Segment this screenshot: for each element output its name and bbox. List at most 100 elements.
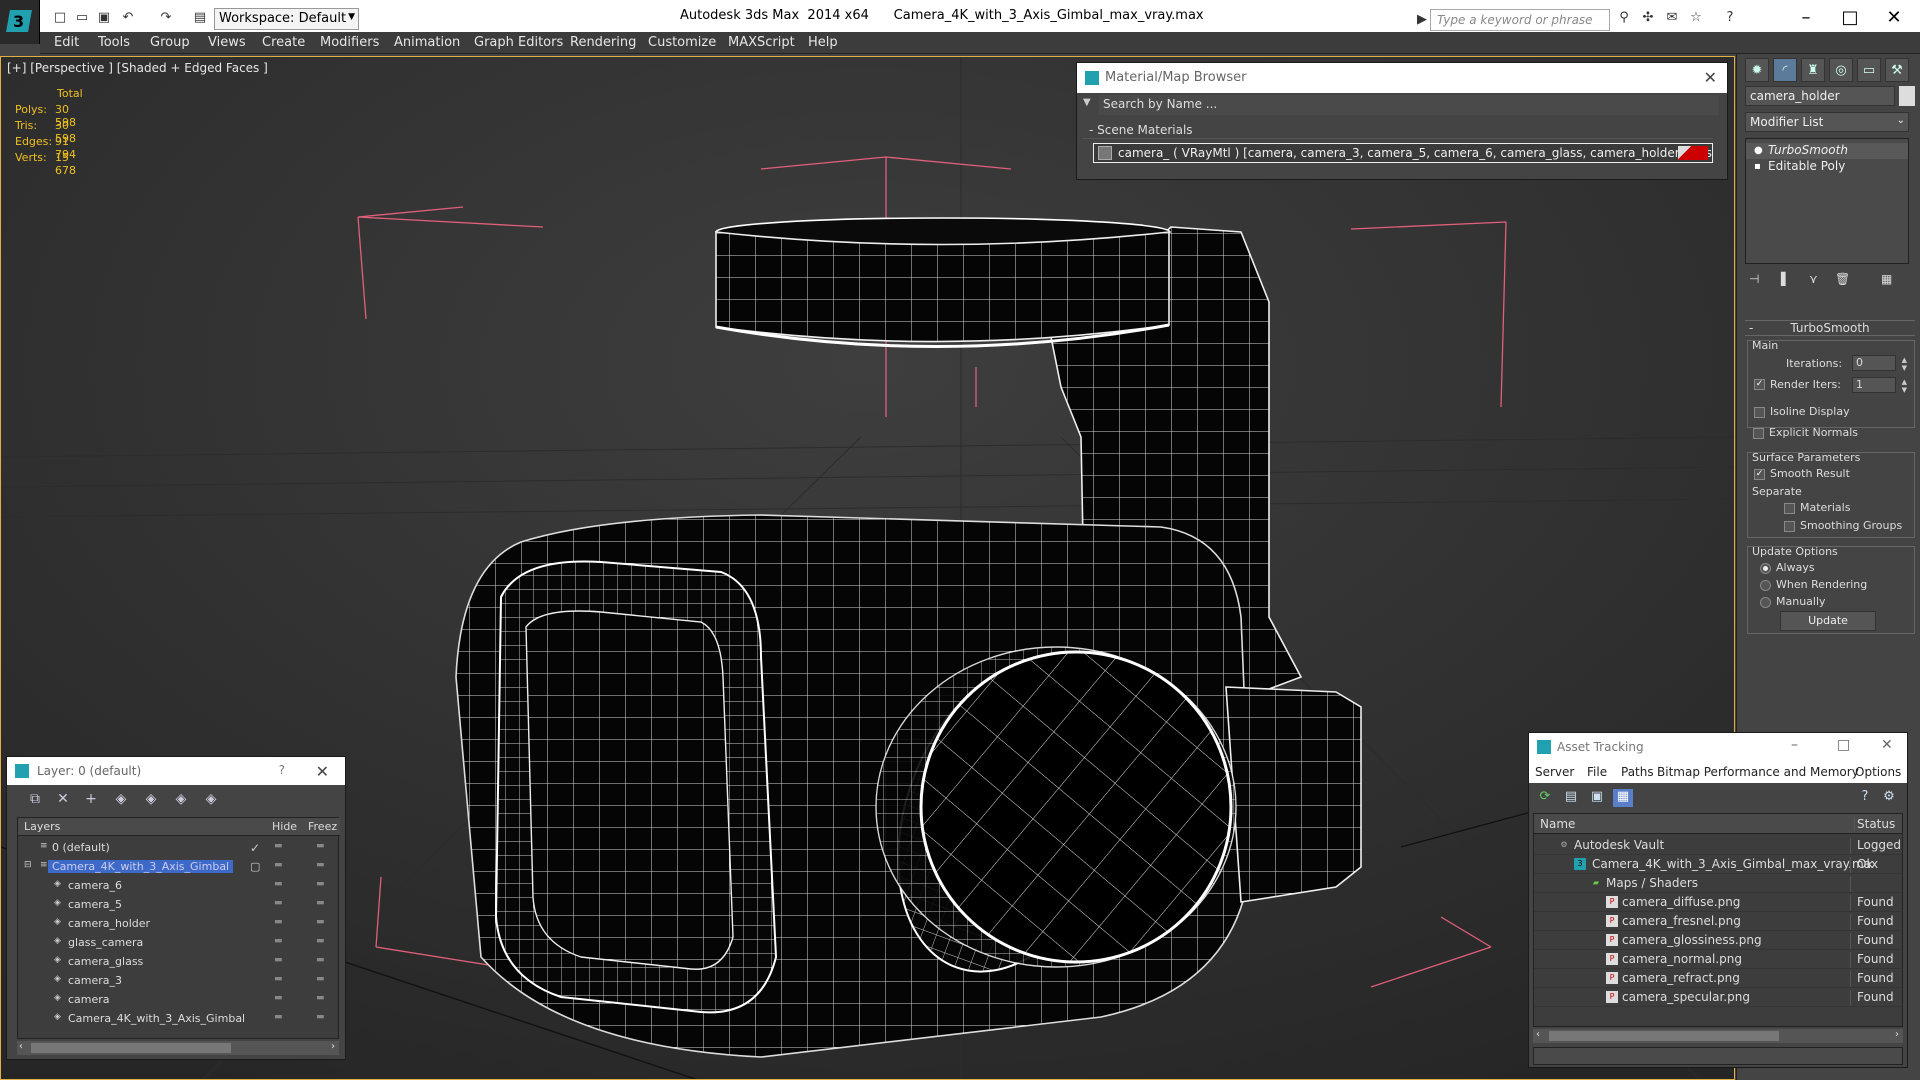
spinner-arrows-icon[interactable]: ▲ ▼ [1902,356,1907,372]
table-row[interactable]: P camera_diffuse.png Found [1534,893,1902,912]
make-unique-icon[interactable]: ⋎ [1809,272,1818,286]
workspace-dropdown[interactable]: Workspace: Default ▼ [214,8,359,30]
minimize-button[interactable]: – [1786,4,1826,32]
binoculars-icon[interactable]: ⚲ [1616,10,1632,26]
menu-maxscript[interactable]: MAXScript [728,35,795,50]
column-header-name[interactable]: Name [1540,817,1575,831]
new-file-icon[interactable]: □ [52,10,68,26]
table-row[interactable]: P camera_fresnel.png Found [1534,912,1902,931]
separate-materials-checkbox[interactable] [1784,503,1795,514]
freeze-toggle[interactable]: ▬ [316,974,325,984]
display-tab-icon[interactable]: ▭ [1857,58,1881,82]
spinner-arrows-icon[interactable]: ▲ ▼ [1902,378,1907,394]
smooth-result-checkbox[interactable]: ✓ [1754,469,1765,480]
menu-server[interactable]: Server [1535,765,1574,779]
table-row[interactable]: ◈ Camera_4K_with_3_Axis_Gimbal ▬ ▬ [18,1009,338,1028]
freeze-toggle[interactable]: ▬ [316,917,325,927]
refresh-icon[interactable]: ⟳ [1535,789,1555,807]
scrollbar-thumb[interactable] [31,1043,231,1053]
utilities-tab-icon[interactable]: ⚒ [1885,58,1909,82]
table-row[interactable]: 3 Camera_4K_with_3_Axis_Gimbal_max_vray.… [1534,855,1902,874]
list-view-icon[interactable]: ▤ [1561,789,1581,807]
maximize-button[interactable]: □ [1830,4,1870,32]
menu-views[interactable]: Views [208,35,246,50]
scroll-right-icon[interactable]: › [331,1041,335,1052]
scroll-left-icon[interactable]: ‹ [19,1041,23,1052]
material-entry[interactable]: camera_ ( VRayMtl ) [camera, camera_3, c… [1093,143,1713,163]
freeze-toggle[interactable]: ▬ [316,955,325,965]
table-row[interactable]: P camera_glossiness.png Found [1534,931,1902,950]
maximize-icon[interactable]: □ [1837,737,1850,753]
app-logo-button[interactable]: 3 [0,0,40,44]
render-iters-spinner[interactable]: 1 ▲ ▼ [1852,377,1907,394]
stack-item-editable-poly[interactable]: ▪ Editable Poly [1746,159,1908,175]
help-button[interactable]: ? [279,763,285,777]
table-row[interactable]: ◈ glass_camera ▬ ▬ [18,933,338,952]
freeze-toggle[interactable]: ▬ [316,993,325,1003]
table-row[interactable]: ▰ Maps / Shaders [1534,874,1902,893]
motion-tab-icon[interactable]: ◎ [1829,58,1853,82]
hide-toggle[interactable]: ▬ [274,917,283,927]
freeze-toggle[interactable]: ▬ [316,841,325,851]
save-file-icon[interactable]: ▣ [96,10,112,26]
menu-help[interactable]: Help [808,35,838,50]
update-when-rendering-radio[interactable] [1760,580,1771,591]
detail-view-icon[interactable]: ▣ [1587,789,1607,807]
menu-graph-editors[interactable]: Graph Editors [474,35,563,50]
menu-modifiers[interactable]: Modifiers [320,35,379,50]
expand-arrow-icon[interactable]: ▶ [1414,12,1430,28]
iterations-spinner[interactable]: 0 ▲ ▼ [1852,355,1907,372]
viewport-label-menu[interactable]: [+] [Perspective ] [Shaded + Edged Faces… [7,61,268,75]
freeze-toggle[interactable]: ▬ [316,936,325,946]
table-row[interactable]: P camera_specular.png Found [1534,988,1902,1007]
table-row[interactable]: ◈ camera_6 ▬ ▬ [18,876,338,895]
update-always-radio[interactable] [1760,563,1771,574]
close-window-button[interactable]: ✕ [1874,4,1914,32]
horizontal-scrollbar[interactable]: ‹ › [1533,1029,1903,1043]
camera-side-grip-mesh[interactable] [1225,686,1362,903]
material-browser-titlebar[interactable]: Material/Map Browser ✕ [1077,63,1727,93]
select-in-layer-icon[interactable]: ◈ [141,791,161,807]
menu-customize[interactable]: Customize [648,35,716,50]
create-layer-icon[interactable]: + [81,791,101,807]
table-row[interactable]: P camera_refract.png Found [1534,969,1902,988]
menu-create[interactable]: Create [262,35,305,50]
subscription-icon[interactable]: ✣ [1640,10,1656,26]
hide-toggle[interactable]: ▬ [274,841,283,851]
menu-bitmap-performance[interactable]: Bitmap Performance and Memory [1657,765,1859,779]
redo-icon[interactable]: ↷ [158,10,174,26]
add-to-layer-icon[interactable]: ◈ [111,791,131,807]
menu-options[interactable]: Options [1855,765,1901,779]
table-row[interactable]: ◈ camera_5 ▬ ▬ [18,895,338,914]
close-icon[interactable]: ✕ [1881,737,1893,753]
hide-toggle[interactable]: ▬ [274,974,283,984]
asset-tracking-titlebar[interactable]: Asset Tracking – □ ✕ [1529,733,1907,761]
material-search-input[interactable]: Search by Name ... [1099,95,1719,115]
table-row[interactable]: ⚙ Autodesk Vault Logged O [1534,836,1902,855]
menu-rendering[interactable]: Rendering [570,35,636,50]
open-file-icon[interactable]: ▭ [74,10,90,26]
object-name-field[interactable]: camera_holder [1745,86,1895,106]
menu-animation[interactable]: Animation [394,35,460,50]
collapse-icon[interactable]: ⊟ [24,860,32,870]
menu-tools[interactable]: Tools [98,35,130,50]
create-tab-icon[interactable]: ✹ [1745,58,1769,82]
layer-explorer-titlebar[interactable]: Layer: 0 (default) ? ✕ [7,757,345,785]
column-header-layers[interactable]: Layers [24,820,60,833]
undo-icon[interactable]: ↶ [120,10,136,26]
hide-toggle[interactable]: ▬ [274,879,283,889]
close-icon[interactable]: ✕ [1704,68,1717,87]
table-row[interactable]: ◈ camera_glass ▬ ▬ [18,952,338,971]
turbosmooth-rollout-header[interactable]: - TurboSmooth [1745,320,1915,336]
hide-toggle[interactable]: ▬ [274,1012,283,1022]
column-header-hide[interactable]: Hide [272,820,297,833]
show-end-result-icon[interactable]: ▌ [1781,272,1790,286]
help-icon[interactable]: ? [1722,10,1738,26]
whats-this-icon[interactable]: ⚙ [1879,789,1899,807]
highlight-layer-icon[interactable]: ◈ [201,791,221,807]
set-current-layer-icon[interactable]: ◈ [171,791,191,807]
table-view-icon[interactable]: ▦ [1613,789,1633,807]
isoline-display-checkbox[interactable] [1754,407,1765,418]
stack-item-turbosmooth[interactable]: ● TurboSmooth [1746,143,1908,159]
menu-group[interactable]: Group [150,35,190,50]
